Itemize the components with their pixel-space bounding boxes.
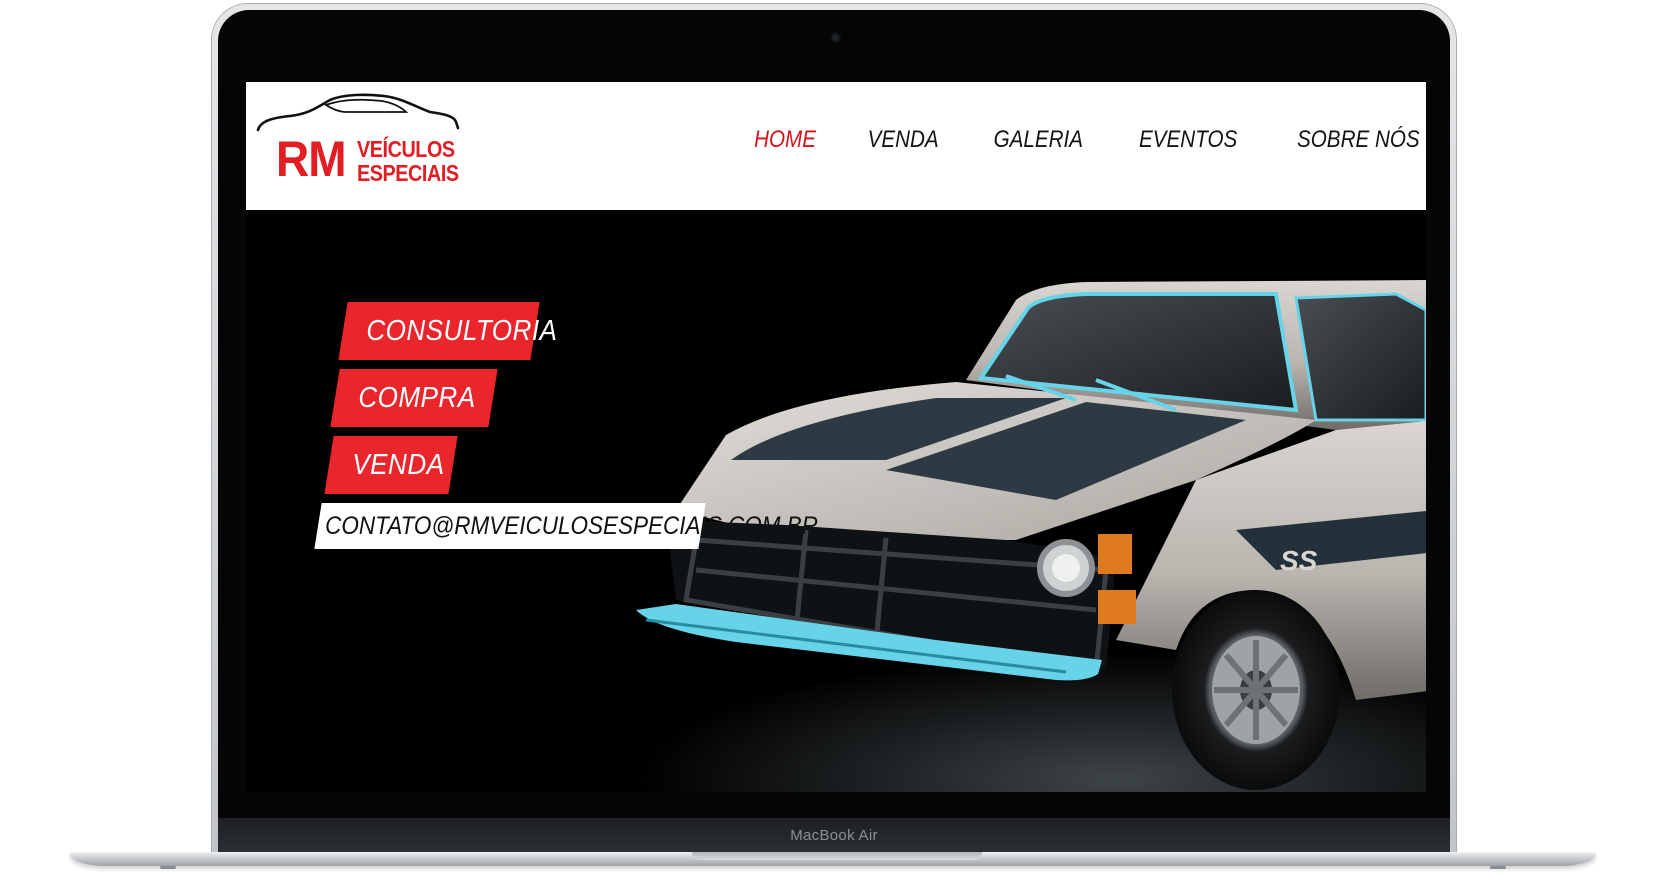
hero-section: SS CONSULTORIA COMPRA VENDA CONTATO@RMVE… (246, 210, 1426, 792)
consultoria-label: CONSULTORIA (366, 314, 558, 347)
compra-button[interactable]: COMPRA (330, 369, 498, 427)
brand-rm: RM (276, 131, 347, 187)
website-screen: RM VEÍCULOS ESPECIAIS HOME VENDA GALERIA… (246, 82, 1426, 792)
venda-label: VENDA (352, 448, 445, 481)
car-badge: SS (1280, 545, 1318, 576)
email-link[interactable]: CONTATO@RMVEICULOSESPECIAIS.COM.BR (314, 503, 818, 549)
nav-home[interactable]: HOME (754, 126, 816, 154)
brand-line1: VEÍCULOS (357, 136, 455, 162)
laptop-foot-right (1490, 866, 1506, 869)
nav-galeria[interactable]: GALERIA (994, 126, 1083, 154)
email-label: CONTATO@RMVEICULOSESPECIAIS.COM.BR (325, 511, 819, 540)
nav-venda[interactable]: VENDA (868, 126, 939, 154)
compra-label: COMPRA (358, 381, 476, 414)
brand-logo[interactable]: RM VEÍCULOS ESPECIAIS (256, 92, 481, 192)
laptop-notch (692, 852, 982, 860)
nav-sobre-nos[interactable]: SOBRE NÓS (1297, 126, 1420, 154)
venda-button[interactable]: VENDA (324, 436, 458, 494)
site-header: RM VEÍCULOS ESPECIAIS HOME VENDA GALERIA… (246, 82, 1426, 210)
main-nav: HOME VENDA GALERIA EVENTOS SOBRE NÓS (704, 126, 1420, 154)
laptop-foot-left (160, 866, 176, 869)
camera-icon (832, 34, 839, 41)
nav-eventos[interactable]: EVENTOS (1139, 126, 1237, 154)
laptop-chin: MacBook Air (218, 818, 1450, 852)
consultoria-button[interactable]: CONSULTORIA (338, 302, 557, 360)
brand-line2: ESPECIAIS (357, 160, 459, 186)
device-label: MacBook Air (790, 826, 878, 844)
